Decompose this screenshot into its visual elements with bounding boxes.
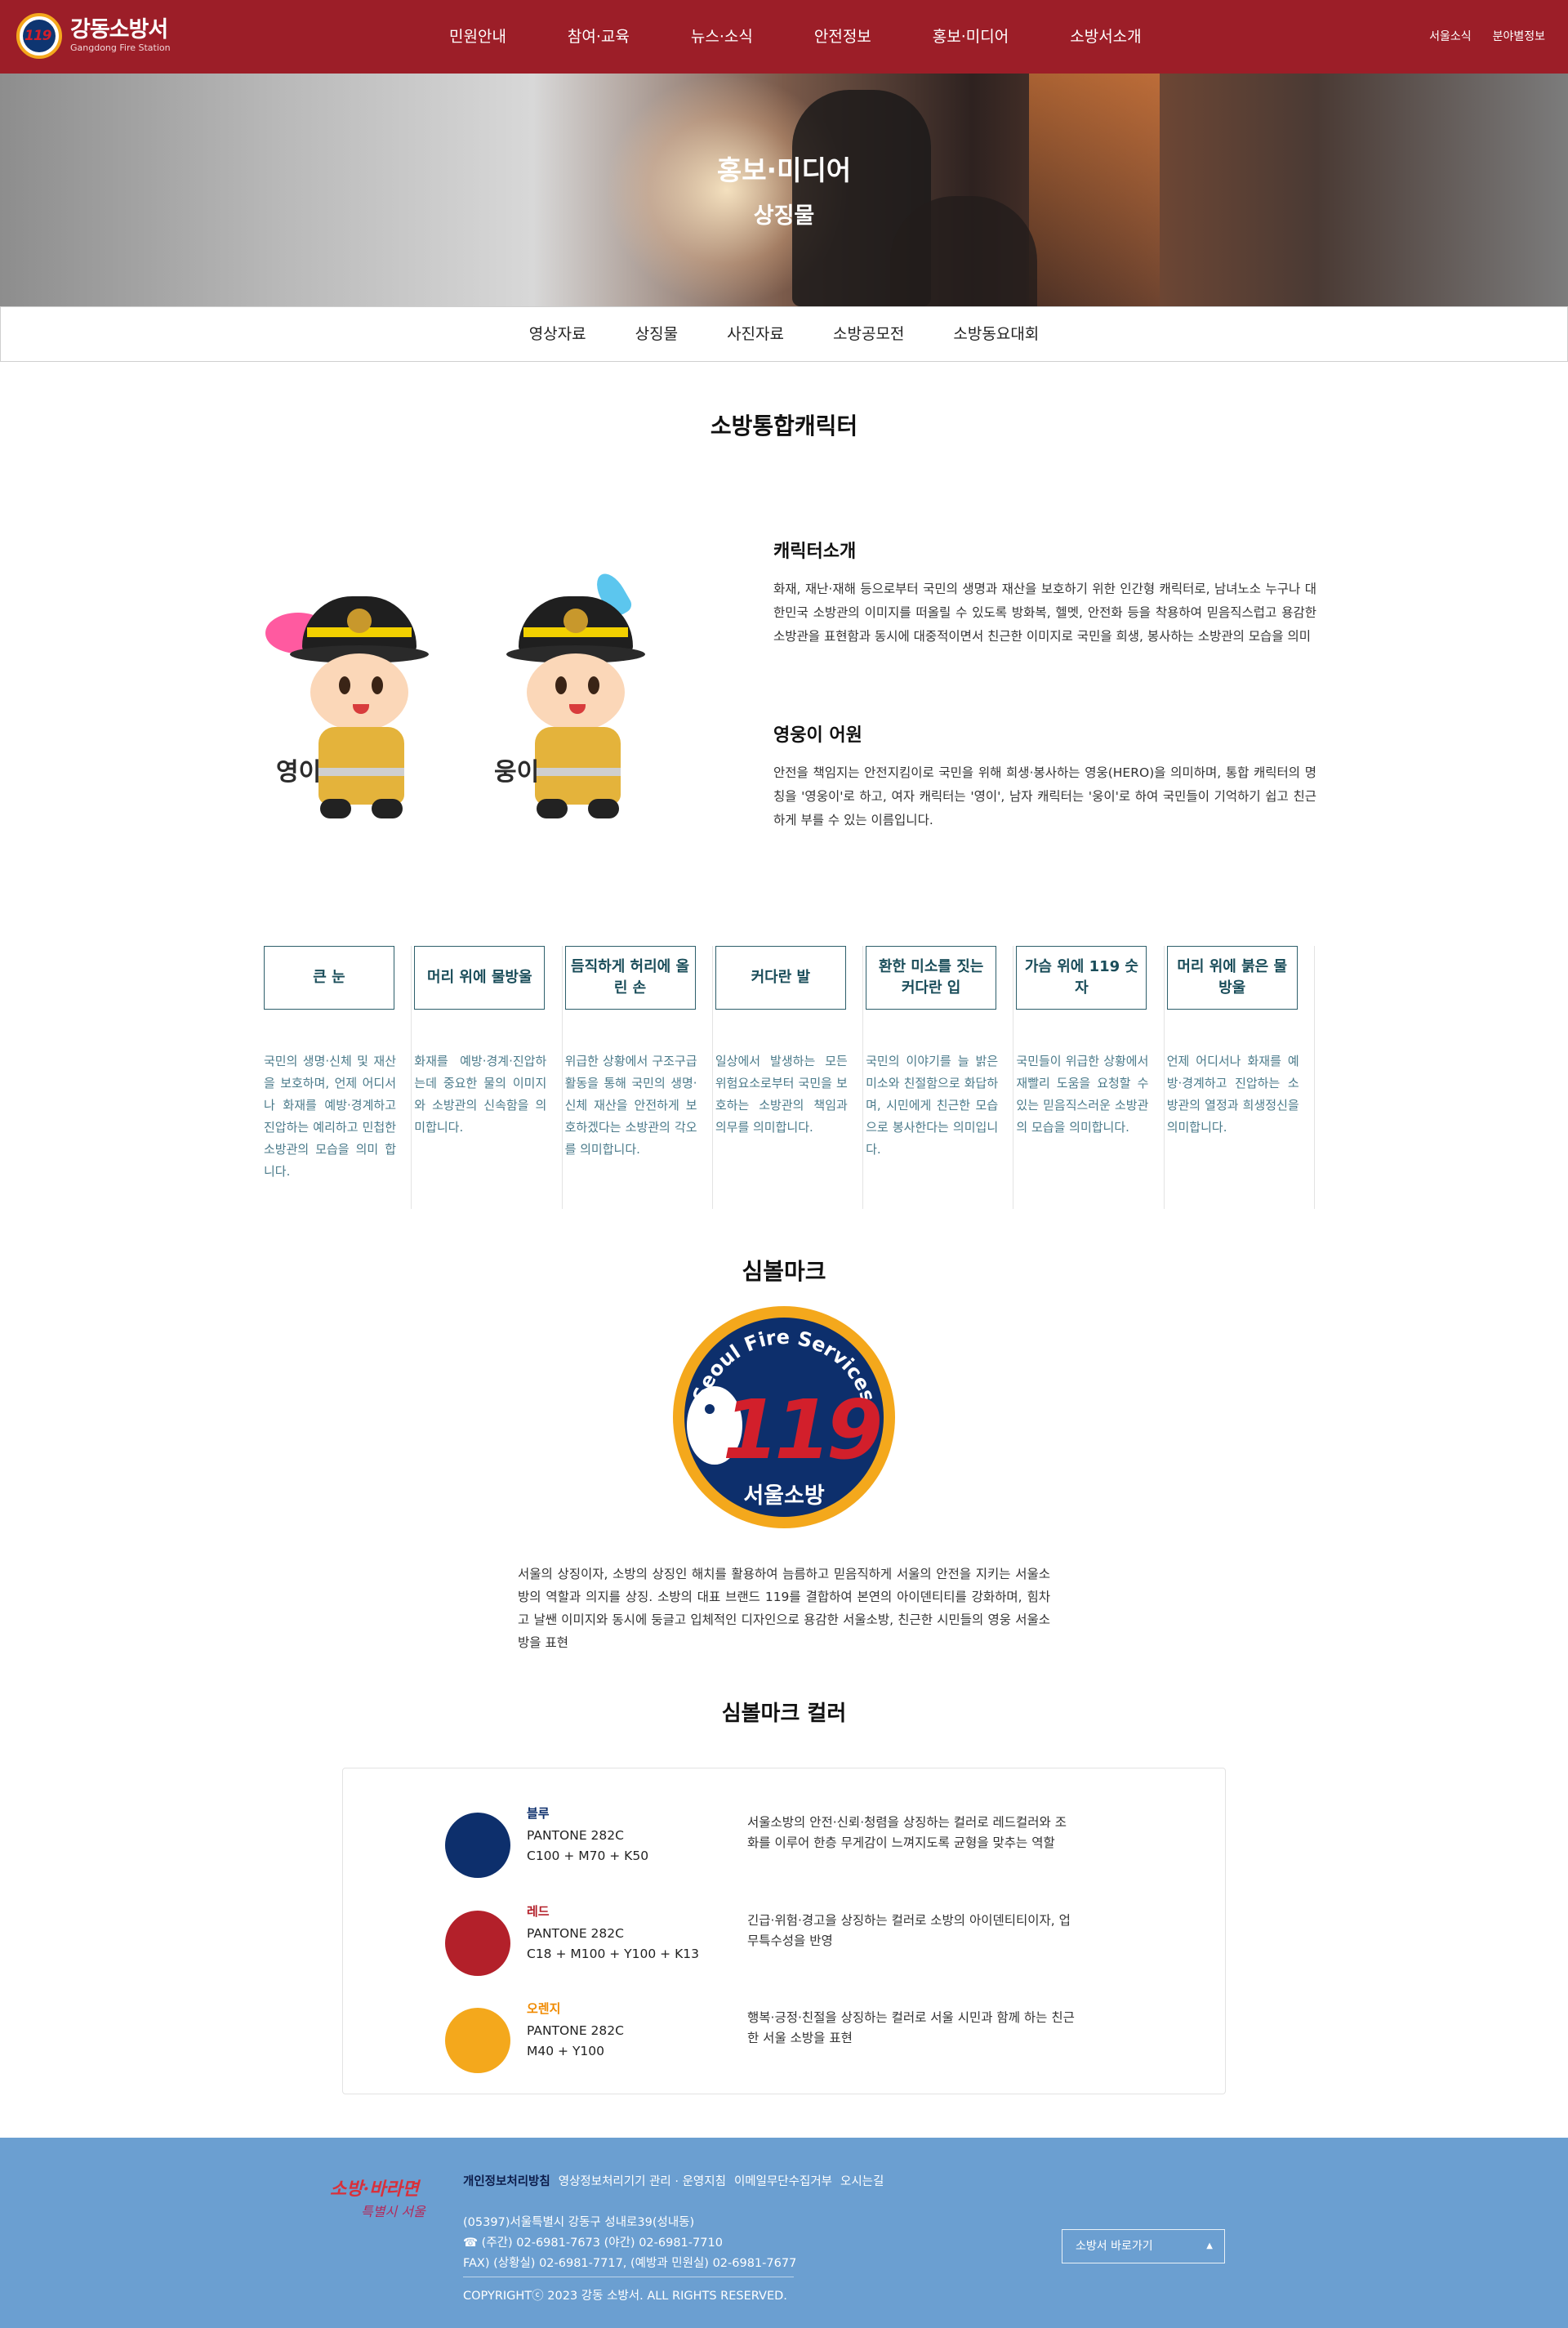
color-description: 서울소방의 안전·신뢰·청렴을 상징하는 컬러로 레드컬러와 조화를 이루어 한… bbox=[747, 1815, 1067, 1850]
subnav-symbols[interactable]: 상징물 bbox=[635, 307, 678, 361]
feature-title: 큰 눈 bbox=[264, 946, 394, 1010]
color-item-red: 레드 PANTONE 282C C18 + M100 + Y100 + K13 … bbox=[445, 1902, 1139, 1976]
nav-safety-info[interactable]: 안전정보 bbox=[814, 0, 871, 74]
color-item-orange: 오렌지 PANTONE 282C M40 + Y100 행복·긍정·친절을 상징… bbox=[445, 2000, 1139, 2073]
character-intro: 캐릭터소개 화재, 재난·재해 등으로부터 국민의 생명과 재산을 보호하기 위… bbox=[773, 537, 1316, 649]
hero-banner: 홍보·미디어 상징물 bbox=[0, 74, 1568, 306]
footer-address: (05397)서울특별시 강동구 성내로39(성내동) bbox=[463, 2216, 695, 2229]
footer-link-email[interactable]: 이메일무단수집거부 bbox=[734, 2172, 832, 2189]
logo-title: 강동소방서 bbox=[70, 17, 168, 42]
color-spec: PANTONE 282C C100 + M70 + K50 bbox=[527, 1828, 649, 1863]
character-intro-text: 화재, 재난·재해 등으로부터 국민의 생명과 재산을 보호하기 위한 인간형 … bbox=[773, 582, 1316, 644]
color-description: 행복·긍정·친절을 상징하는 컬러로 서울 시민과 함께 하는 친근한 서울 소… bbox=[747, 2010, 1075, 2045]
svg-text:소방·바라면: 소방·바라면 bbox=[330, 2179, 421, 2200]
subnav-song-contest[interactable]: 소방동요대회 bbox=[953, 307, 1039, 361]
feature-item: 커다란 발 일상에서 발생하는 모든 위험요소로부터 국민을 보호하는 소방관의… bbox=[713, 946, 864, 1209]
footer-links: 개인정보처리방침 영상정보처리기기 관리 · 운영지침 이메일무단수집거부 오시… bbox=[463, 2172, 892, 2189]
subnav-contest[interactable]: 소방공모전 bbox=[833, 307, 904, 361]
feature-text: 국민들이 위급한 상황에서 재빨리 도움을 요청할 수 있는 믿음직스러운 소방… bbox=[1016, 1054, 1149, 1135]
feature-text: 위급한 상황에서 구조구급활동을 통해 국민의 생명·신체 재산을 안전하게 보… bbox=[564, 1054, 697, 1157]
color-item-blue: 블루 PANTONE 282C C100 + M70 + K50 서울소방의 안… bbox=[445, 1804, 1139, 1878]
feature-title: 듬직하게 허리에 올린 손 bbox=[564, 946, 696, 1010]
utility-links: 서울소식 분야별정보 bbox=[1408, 28, 1545, 44]
fire-emblem-icon: 119 bbox=[16, 13, 62, 59]
emblem-number: 119 bbox=[24, 28, 51, 44]
footer-fax: FAX) (상황실) 02-6981-7717, (예방과 민원실) 02-69… bbox=[463, 2257, 797, 2270]
character-illustration: 영이 웅이 bbox=[261, 564, 686, 833]
station-shortcut-label: 소방서 바로가기 bbox=[1076, 2240, 1153, 2253]
character-origin-heading: 영웅이 어원 bbox=[773, 725, 862, 746]
footer-link-directions[interactable]: 오시는길 bbox=[840, 2172, 884, 2189]
feature-item: 머리 위에 붉은 물방울 언제 어디서나 화재를 예방·경계하고 진압하는 소방… bbox=[1165, 946, 1315, 1209]
color-name: 블루 bbox=[527, 1806, 550, 1821]
feature-title: 환한 미소를 짓는 커다란 입 bbox=[866, 946, 997, 1010]
color-palette: 블루 PANTONE 282C C100 + M70 + K50 서울소방의 안… bbox=[342, 1768, 1226, 2094]
site-footer: 소방·바라면 특별시 서울 개인정보처리방침 영상정보처리기기 관리 · 운영지… bbox=[0, 2138, 1568, 2328]
feature-text: 국민의 이야기를 늘 밝은 미소와 친절함으로 화답하며, 시민에게 친근한 모… bbox=[866, 1054, 999, 1157]
character-features: 큰 눈 국민의 생명·신체 및 재산을 보호하며, 언제 어디서나 화재를 예방… bbox=[261, 946, 1315, 1209]
footer-link-privacy[interactable]: 개인정보처리방침 bbox=[463, 2172, 550, 2189]
footer-slogan-logo: 소방·바라면 특별시 서울 bbox=[328, 2174, 451, 2223]
section-title-character: 소방통합캐릭터 bbox=[710, 413, 858, 439]
util-field-info[interactable]: 분야별정보 bbox=[1493, 28, 1545, 44]
main-nav: 민원안내 참여·교육 뉴스·소식 안전정보 홍보·미디어 소방서소개 bbox=[449, 0, 1203, 74]
symbol-mark: Seoul Fire Services 119 서울소방 bbox=[657, 1303, 911, 1532]
nav-pr-media[interactable]: 홍보·미디어 bbox=[933, 0, 1009, 74]
color-swatch bbox=[445, 1813, 510, 1878]
character-name-boy: 웅이 bbox=[494, 758, 540, 787]
feature-item: 큰 눈 국민의 생명·신체 및 재산을 보호하며, 언제 어디서나 화재를 예방… bbox=[261, 946, 412, 1209]
color-swatch bbox=[445, 1911, 510, 1976]
svg-text:특별시 서울: 특별시 서울 bbox=[361, 2204, 426, 2219]
station-shortcut-select[interactable]: 소방서 바로가기 ▲ bbox=[1062, 2229, 1225, 2263]
site-logo[interactable]: 119 강동소방서 Gangdong Fire Station bbox=[16, 13, 171, 59]
feature-title: 머리 위에 물방울 bbox=[414, 946, 546, 1010]
site-header: 119 강동소방서 Gangdong Fire Station 민원안내 참여·… bbox=[0, 0, 1568, 74]
feature-item: 머리 위에 물방울 화재를 예방·경계·진압하는데 중요한 물의 이미지와 소방… bbox=[412, 946, 563, 1209]
feature-text: 일상에서 발생하는 모든 위험요소로부터 국민을 보호하는 소방관의 책임과 의… bbox=[715, 1054, 848, 1135]
hero-title: 홍보·미디어 bbox=[716, 154, 852, 186]
feature-title: 가슴 위에 119 숫자 bbox=[1016, 946, 1147, 1010]
section-title-colors: 심볼마크 컬러 bbox=[721, 1701, 847, 1726]
character-origin: 영웅이 어원 안전을 책임지는 안전지킴이로 국민을 위해 희생·봉사하는 영웅… bbox=[773, 720, 1316, 832]
footer-copyright: COPYRIGHTⓒ 2023 강동 소방서. ALL RIGHTS RESER… bbox=[463, 2290, 787, 2303]
nav-news[interactable]: 뉴스·소식 bbox=[691, 0, 753, 74]
character-origin-text: 안전을 책임지는 안전지킴이로 국민을 위해 희생·봉사하는 영웅(HERO)을… bbox=[773, 765, 1316, 827]
nav-civil-service[interactable]: 민원안내 bbox=[449, 0, 506, 74]
chevron-up-icon: ▲ bbox=[1206, 2241, 1213, 2250]
feature-item: 듬직하게 허리에 올린 손 위급한 상황에서 구조구급활동을 통해 국민의 생명… bbox=[563, 946, 713, 1209]
character-intro-heading: 캐릭터소개 bbox=[773, 542, 857, 562]
feature-item: 환한 미소를 짓는 커다란 입 국민의 이야기를 늘 밝은 미소와 친절함으로 … bbox=[863, 946, 1014, 1209]
sub-nav: 영상자료 상징물 사진자료 소방공모전 소방동요대회 bbox=[0, 306, 1568, 362]
color-name: 오렌지 bbox=[527, 2001, 561, 2016]
symbol-seal-text: 서울소방 bbox=[743, 1483, 825, 1509]
feature-title: 커다란 발 bbox=[715, 946, 846, 1010]
color-name: 레드 bbox=[527, 1904, 550, 1919]
symbol-description: 서울의 상징이자, 소방의 상징인 해치를 활용하여 늠름하고 믿음직하게 서울… bbox=[518, 1567, 1050, 1650]
subnav-video[interactable]: 영상자료 bbox=[529, 307, 586, 361]
feature-text: 국민의 생명·신체 및 재산을 보호하며, 언제 어디서나 화재를 예방·경계하… bbox=[264, 1054, 396, 1179]
nav-participation[interactable]: 참여·교육 bbox=[568, 0, 630, 74]
color-spec: PANTONE 282C C18 + M100 + Y100 + K13 bbox=[527, 1926, 699, 1961]
footer-contact-info: (05397)서울특별시 강동구 성내로39(성내동) ☎ (주간) 02-69… bbox=[463, 2213, 796, 2274]
color-spec: PANTONE 282C M40 + Y100 bbox=[527, 2023, 624, 2058]
feature-item: 가슴 위에 119 숫자 국민들이 위급한 상황에서 재빨리 도움을 요청할 수… bbox=[1013, 946, 1165, 1209]
hero-subtitle: 상징물 bbox=[753, 203, 815, 229]
footer-link-cctv[interactable]: 영상정보처리기기 관리 · 운영지침 bbox=[559, 2172, 726, 2189]
character-name-girl: 영이 bbox=[276, 758, 322, 787]
section-title-symbol: 심볼마크 bbox=[742, 1258, 826, 1285]
nav-about[interactable]: 소방서소개 bbox=[1070, 0, 1141, 74]
color-description: 긴급·위험·경고을 상징하는 컬러로 소방의 아이덴티티이자, 업무특수성을 반… bbox=[747, 1913, 1071, 1948]
feature-text: 언제 어디서나 화재를 예방·경계하고 진압하는 소방관의 열정과 희생정신을 … bbox=[1166, 1054, 1299, 1135]
feature-title: 머리 위에 붉은 물방울 bbox=[1166, 946, 1298, 1010]
footer-phone: ☎ (주간) 02-6981-7673 (야간) 02-6981-7710 bbox=[463, 2237, 723, 2250]
util-seoul-news[interactable]: 서울소식 bbox=[1429, 28, 1472, 44]
feature-text: 화재를 예방·경계·진압하는데 중요한 물의 이미지와 소방관의 신속함을 의미… bbox=[414, 1054, 547, 1135]
symbol-number: 119 bbox=[723, 1382, 880, 1478]
subnav-photos[interactable]: 사진자료 bbox=[727, 307, 784, 361]
logo-subtitle: Gangdong Fire Station bbox=[70, 42, 171, 53]
color-swatch bbox=[445, 2008, 510, 2073]
